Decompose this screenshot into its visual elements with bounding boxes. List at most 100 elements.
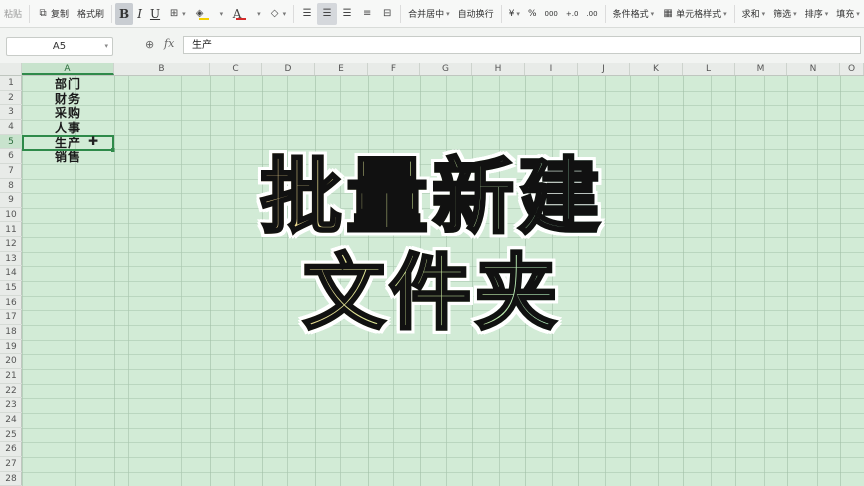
- row-header-28[interactable]: 28: [0, 472, 22, 486]
- select-all-corner[interactable]: [0, 63, 22, 75]
- title-line-2: 文件夹: [0, 245, 864, 343]
- formula-input[interactable]: 生产: [183, 36, 861, 54]
- cell-style-button[interactable]: ▦ 单元格样式 ▾: [658, 3, 731, 25]
- column-header-n[interactable]: N: [787, 63, 840, 75]
- wrap-text-button[interactable]: 自动换行: [454, 3, 498, 25]
- thousands-button[interactable]: 000: [541, 3, 562, 25]
- align-left-button[interactable]: ☰: [297, 3, 317, 25]
- italic-button[interactable]: I: [133, 3, 146, 25]
- row-header-5[interactable]: 5: [0, 134, 22, 150]
- column-header-l[interactable]: L: [683, 63, 735, 75]
- format-painter-button[interactable]: 格式刷: [73, 3, 108, 25]
- row-header-22[interactable]: 22: [0, 384, 22, 399]
- column-header-e[interactable]: E: [315, 63, 368, 75]
- chevron-down-icon: ▾: [824, 9, 829, 18]
- row-header-24[interactable]: 24: [0, 413, 22, 428]
- row-gridline: [22, 119, 864, 121]
- bold-button[interactable]: B: [115, 2, 134, 25]
- row-gridline: [22, 354, 864, 356]
- row-header-4[interactable]: 4: [0, 120, 22, 135]
- currency-button[interactable]: ¥ ▾: [505, 3, 524, 25]
- highlight-color-bar: [198, 17, 209, 20]
- row-gridline: [22, 412, 864, 414]
- column-header-k[interactable]: K: [630, 63, 683, 75]
- column-header-b[interactable]: B: [114, 63, 210, 75]
- divider: [293, 4, 295, 23]
- row-header-27[interactable]: 27: [0, 457, 22, 472]
- column-header-g[interactable]: G: [420, 63, 472, 75]
- font-color-button[interactable]: A ▾: [227, 3, 265, 25]
- decrease-decimal-button[interactable]: .00: [582, 3, 601, 25]
- row-header-26[interactable]: 26: [0, 442, 22, 457]
- dec-decimal-symbol: .00: [586, 9, 598, 18]
- chevron-down-icon: ▾: [219, 9, 224, 18]
- inc-decimal-symbol: +.0: [565, 9, 579, 18]
- percent-button[interactable]: %: [524, 3, 541, 25]
- column-header-a[interactable]: A: [22, 63, 114, 75]
- increase-decimal-button[interactable]: +.0: [562, 3, 583, 25]
- conditional-format-button[interactable]: 条件格式 ▾: [609, 3, 659, 25]
- fill-color-button[interactable]: ◈ ▾: [190, 3, 228, 25]
- cell-a4[interactable]: 人事: [22, 121, 114, 136]
- distributed-button[interactable]: ⊟: [377, 3, 397, 25]
- sort-button[interactable]: 排序 ▾: [801, 3, 833, 25]
- merge-center-button[interactable]: 合并居中 ▾: [404, 3, 454, 25]
- sum-button[interactable]: 求和 ▾: [738, 3, 770, 25]
- eraser-icon: ◇: [270, 7, 279, 19]
- chevron-down-icon[interactable]: ▾: [104, 38, 108, 55]
- align-center-icon: ☰: [322, 7, 332, 19]
- row-header-1[interactable]: 1: [0, 76, 22, 91]
- column-header-i[interactable]: I: [525, 63, 578, 75]
- paste-button[interactable]: 粘贴: [0, 3, 26, 25]
- align-center-button[interactable]: ☰: [317, 2, 338, 25]
- column-header-d[interactable]: D: [262, 63, 315, 75]
- title-line-1: 批量新建: [0, 149, 864, 247]
- divider: [733, 4, 735, 23]
- sort-label: 排序: [804, 10, 823, 20]
- align-left-icon: ☰: [302, 7, 312, 19]
- row-gridline: [22, 442, 864, 444]
- row-header-20[interactable]: 20: [0, 354, 22, 369]
- copy-icon: ⧉: [39, 7, 47, 19]
- borders-button[interactable]: ⊞ ▾: [164, 3, 190, 25]
- justify-button[interactable]: ≡: [357, 3, 377, 25]
- column-header-o[interactable]: O: [840, 63, 864, 75]
- column-header-m[interactable]: M: [735, 63, 787, 75]
- column-header-j[interactable]: J: [578, 63, 630, 75]
- divider: [29, 4, 31, 23]
- row-header-21[interactable]: 21: [0, 369, 22, 384]
- column-header-f[interactable]: F: [368, 63, 420, 75]
- fill-button[interactable]: 填充 ▾: [832, 3, 864, 25]
- cell-a3[interactable]: 采购: [22, 106, 114, 121]
- zoom-icon[interactable]: ⊕: [145, 38, 154, 51]
- row-header-25[interactable]: 25: [0, 428, 22, 443]
- name-box[interactable]: A5 ▾: [6, 37, 113, 56]
- row-gridline: [22, 90, 864, 92]
- chevron-down-icon: ▾: [650, 9, 655, 18]
- wrap-label: 自动换行: [457, 10, 494, 20]
- cell-a1[interactable]: 部门: [22, 77, 114, 92]
- row-header-2[interactable]: 2: [0, 91, 22, 106]
- merge-label: 合并居中: [408, 10, 445, 20]
- copy-label: 复制: [51, 10, 70, 20]
- underline-button[interactable]: U: [146, 3, 164, 25]
- row-gridline: [22, 427, 864, 429]
- copy-button[interactable]: ⧉ 复制: [33, 3, 73, 25]
- row-header-3[interactable]: 3: [0, 105, 22, 120]
- chevron-down-icon: ▾: [257, 9, 261, 18]
- row-header-23[interactable]: 23: [0, 398, 22, 413]
- align-right-icon: ☰: [342, 7, 352, 19]
- column-header-h[interactable]: H: [472, 63, 525, 75]
- fx-icon[interactable]: fx: [164, 37, 174, 50]
- cell-a2[interactable]: 财务: [22, 92, 114, 107]
- filter-label: 筛选: [773, 10, 792, 20]
- column-header-c[interactable]: C: [210, 63, 262, 75]
- filter-button[interactable]: 筛选 ▾: [769, 3, 801, 25]
- chevron-down-icon: ▾: [282, 9, 287, 18]
- row-gridline: [22, 105, 864, 107]
- clear-format-button[interactable]: ◇ ▾: [265, 3, 291, 25]
- chevron-down-icon: ▾: [446, 9, 450, 18]
- divider: [111, 4, 113, 23]
- borders-icon: ⊞: [169, 7, 179, 19]
- align-right-button[interactable]: ☰: [337, 3, 357, 25]
